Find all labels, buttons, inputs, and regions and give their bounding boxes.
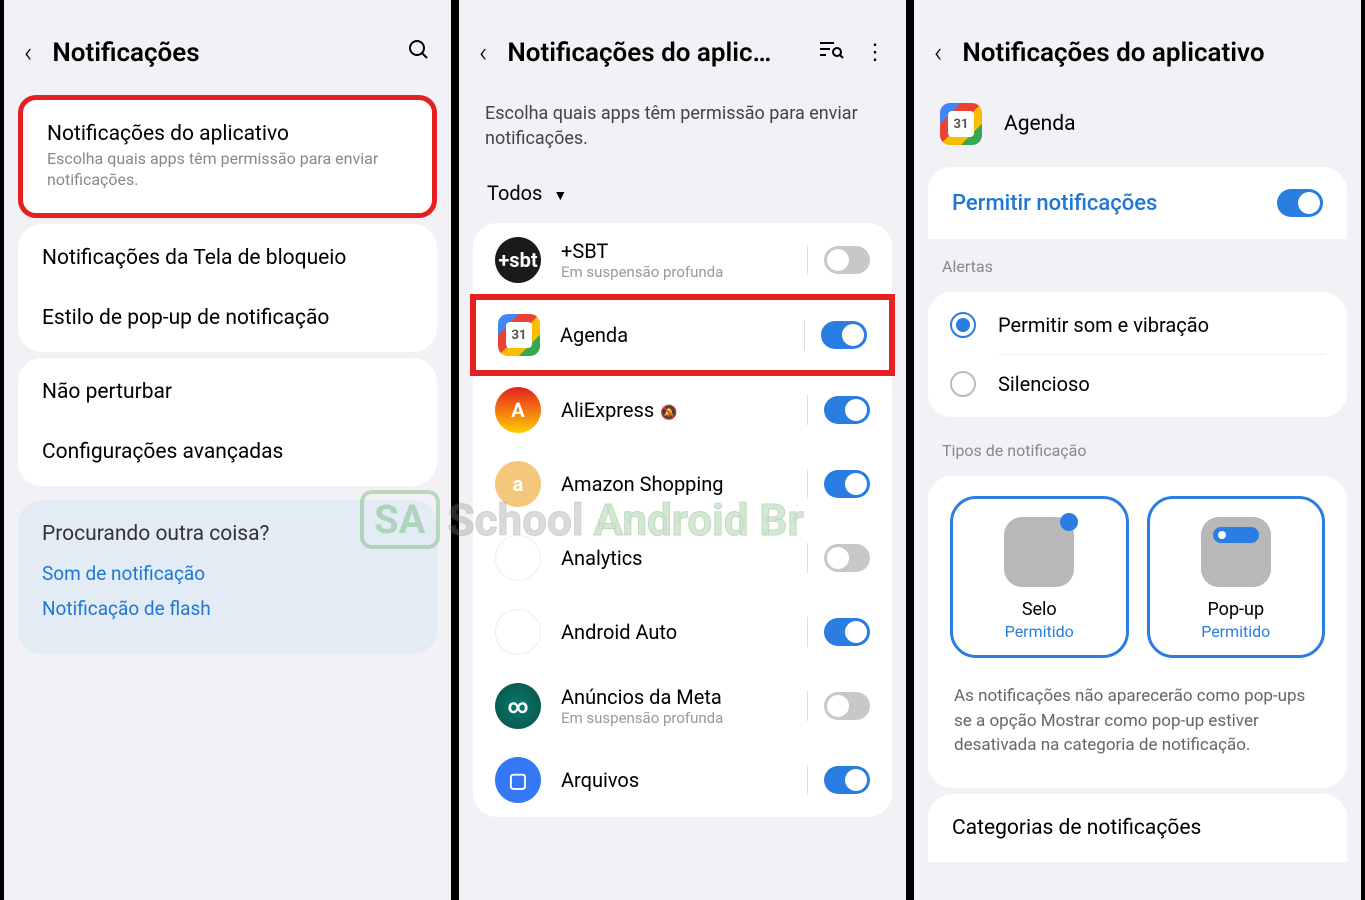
calendar-icon [940, 103, 982, 145]
app-row[interactable]: ▲ Android Auto [473, 595, 892, 669]
back-icon[interactable]: ‹ [479, 36, 487, 69]
app-name-label: Arquivos [561, 768, 791, 792]
radio-unchecked-icon [950, 371, 976, 397]
calendar-icon [498, 314, 540, 356]
item-title: Notificações do aplicativo [47, 122, 408, 146]
badge-type-card[interactable]: Selo Permitido [950, 496, 1129, 658]
notification-sound-link[interactable]: Som de notificação [42, 562, 413, 585]
more-icon[interactable]: ⋮ [864, 40, 886, 65]
app-row[interactable]: A AliExpress🔕 [473, 373, 892, 447]
item-subtitle: Escolha quais apps têm permissão para en… [47, 149, 408, 191]
notification-categories-item[interactable]: Categorias de notificações [928, 794, 1347, 862]
badge-preview-icon [1004, 517, 1074, 587]
page-subtitle: Escolha quais apps têm permissão para en… [459, 89, 906, 169]
search-icon[interactable] [407, 38, 431, 68]
app-icon: ∞ [495, 683, 541, 729]
popup-info-text: As notificações não aparecerão como pop-… [928, 666, 1347, 776]
app-row[interactable]: +sbt +SBT Em suspensão profunda [473, 223, 892, 297]
app-toggle[interactable] [824, 544, 870, 572]
app-toggle[interactable] [824, 246, 870, 274]
allow-toggle[interactable] [1277, 189, 1323, 217]
sound-vibration-option[interactable]: Permitir som e vibração [928, 296, 1347, 354]
app-name-label: Analytics [561, 546, 791, 570]
radio-checked-icon [950, 312, 976, 338]
header: ‹ Notificações [4, 0, 451, 89]
back-icon[interactable]: ‹ [24, 36, 32, 69]
app-icon: a [495, 461, 541, 507]
app-status: Em suspensão profunda [561, 263, 791, 281]
page-title: Notificações [52, 38, 407, 68]
back-icon[interactable]: ‹ [934, 36, 942, 69]
app-icon: ▢ [495, 757, 541, 803]
dropdown-value: Todos [487, 181, 542, 205]
popup-preview-icon [1201, 517, 1271, 587]
app-toggle[interactable] [824, 396, 870, 424]
chevron-down-icon: ▼ [553, 188, 567, 204]
app-row[interactable]: ▢ Arquivos [473, 743, 892, 817]
app-toggle[interactable] [824, 692, 870, 720]
flash-notification-link[interactable]: Notificação de flash [42, 597, 413, 620]
app-name-label: Amazon Shopping [561, 472, 791, 496]
settings-group: Não perturbar Configurações avançadas [18, 358, 437, 486]
app-name-label: AliExpress🔕 [561, 398, 791, 422]
page-title: Notificações do aplicativo [962, 38, 1341, 68]
app-toggle[interactable] [824, 618, 870, 646]
silent-option[interactable]: Silencioso [928, 355, 1347, 413]
alerts-group: Permitir som e vibração Silencioso [928, 292, 1347, 417]
types-group: Selo Permitido Pop-up Permitido As notif… [928, 476, 1347, 788]
app-name-label: Android Auto [561, 620, 791, 644]
app-icon: +sbt [495, 237, 541, 283]
tips-card: Procurando outra coisa? Som de notificaç… [18, 500, 437, 654]
allow-label: Permitir notificações [952, 191, 1157, 216]
app-icon: A [495, 387, 541, 433]
advanced-settings-item[interactable]: Configurações avançadas [18, 422, 437, 482]
filter-dropdown[interactable]: Todos ▼ [459, 169, 906, 217]
popup-type-card[interactable]: Pop-up Permitido [1147, 496, 1326, 658]
app-row[interactable]: Agenda [470, 294, 895, 376]
header: ‹ Notificações do aplic… ⋮ [459, 0, 906, 89]
app-notifications-item[interactable]: Notificações do aplicativo Escolha quais… [18, 95, 437, 218]
app-name-label: +SBT [561, 239, 791, 263]
screenshot-panel-3: ‹ Notificações do aplicativo Agenda Perm… [910, 0, 1365, 900]
filter-search-icon[interactable] [818, 39, 844, 67]
app-name-label: Agenda [560, 323, 788, 347]
app-header[interactable]: Agenda [914, 89, 1361, 167]
tips-title: Procurando outra coisa? [42, 522, 413, 546]
header: ‹ Notificações do aplicativo [914, 0, 1361, 89]
app-row[interactable]: ∞ Anúncios da Meta Em suspensão profunda [473, 669, 892, 743]
app-list: +sbt +SBT Em suspensão profunda Agenda A… [473, 223, 892, 817]
notifications-group: Notificações da Tela de bloqueio Estilo … [18, 224, 437, 352]
app-toggle[interactable] [824, 470, 870, 498]
screenshot-panel-1: ‹ Notificações Notificações do aplicativ… [0, 0, 455, 900]
page-title: Notificações do aplic… [507, 38, 818, 68]
app-toggle[interactable] [821, 321, 867, 349]
app-toggle[interactable] [824, 766, 870, 794]
app-row[interactable]: a Amazon Shopping [473, 447, 892, 521]
screenshot-panel-2: ‹ Notificações do aplic… ⋮ Escolha quais… [455, 0, 910, 900]
alerts-section-label: Alertas [914, 239, 1361, 286]
app-icon: .ıl [495, 535, 541, 581]
lockscreen-notifications-item[interactable]: Notificações da Tela de bloqueio [18, 228, 437, 288]
app-row[interactable]: .ıl Analytics [473, 521, 892, 595]
app-name-label: Anúncios da Meta [561, 685, 791, 709]
popup-style-item[interactable]: Estilo de pop-up de notificação [18, 288, 437, 348]
allow-notifications-row: Permitir notificações [928, 167, 1347, 239]
types-section-label: Tipos de notificação [914, 423, 1361, 470]
dnd-item[interactable]: Não perturbar [18, 362, 437, 422]
app-status: Em suspensão profunda [561, 709, 791, 727]
app-name: Agenda [1004, 112, 1076, 136]
mute-icon: 🔕 [660, 405, 677, 421]
app-icon: ▲ [495, 609, 541, 655]
